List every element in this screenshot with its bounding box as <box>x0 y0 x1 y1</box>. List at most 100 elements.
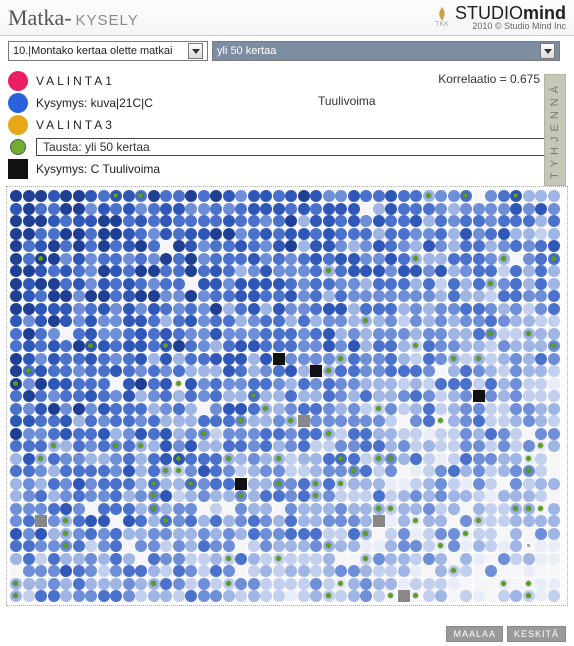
grid-cell[interactable] <box>48 190 60 202</box>
grid-cell[interactable] <box>273 353 285 365</box>
grid-cell[interactable] <box>60 228 72 240</box>
grid-cell[interactable] <box>235 465 247 477</box>
grid-cell[interactable] <box>485 278 497 290</box>
grid-cell[interactable] <box>135 503 147 515</box>
grid-cell[interactable] <box>35 240 47 252</box>
grid-cell[interactable] <box>410 528 422 540</box>
grid-cell[interactable] <box>498 278 510 290</box>
grid-cell[interactable] <box>135 265 147 277</box>
grid-cell[interactable] <box>160 215 172 227</box>
grid-cell[interactable] <box>285 290 297 302</box>
grid-cell[interactable] <box>548 353 560 365</box>
grid-cell[interactable] <box>523 265 535 277</box>
grid-cell[interactable] <box>273 415 285 427</box>
grid-cell[interactable] <box>123 503 135 515</box>
grid-cell[interactable] <box>335 328 347 340</box>
grid-cell[interactable] <box>98 590 110 602</box>
grid-cell[interactable] <box>423 190 435 202</box>
grid-cell[interactable] <box>298 353 310 365</box>
grid-cell[interactable] <box>310 390 322 402</box>
grid-cell[interactable] <box>460 465 472 477</box>
grid-cell[interactable] <box>85 428 97 440</box>
grid-cell[interactable] <box>198 553 210 565</box>
grid-cell[interactable] <box>60 203 72 215</box>
grid-cell[interactable] <box>410 253 422 265</box>
grid-cell[interactable] <box>310 203 322 215</box>
grid-cell[interactable] <box>535 340 547 352</box>
grid-cell[interactable] <box>435 378 447 390</box>
grid-cell[interactable] <box>248 590 260 602</box>
grid-cell[interactable] <box>260 303 272 315</box>
grid-cell[interactable] <box>373 253 385 265</box>
grid-cell[interactable] <box>10 578 22 590</box>
grid-cell[interactable] <box>448 315 460 327</box>
grid-cell[interactable] <box>323 578 335 590</box>
grid-cell[interactable] <box>335 478 347 490</box>
grid-cell[interactable] <box>348 478 360 490</box>
grid-cell[interactable] <box>210 478 222 490</box>
grid-cell[interactable] <box>348 465 360 477</box>
grid-cell[interactable] <box>298 553 310 565</box>
grid-cell[interactable] <box>198 478 210 490</box>
grid-cell[interactable] <box>73 515 85 527</box>
grid-cell[interactable] <box>460 290 472 302</box>
grid-cell[interactable] <box>323 290 335 302</box>
grid-cell[interactable] <box>535 253 547 265</box>
grid-cell[interactable] <box>10 215 22 227</box>
grid-cell[interactable] <box>210 340 222 352</box>
grid-cell[interactable] <box>235 540 247 552</box>
grid-cell[interactable] <box>523 490 535 502</box>
grid-cell[interactable] <box>498 578 510 590</box>
grid-cell[interactable] <box>360 565 372 577</box>
grid-cell[interactable] <box>123 203 135 215</box>
grid-cell[interactable] <box>160 290 172 302</box>
grid-cell[interactable] <box>360 328 372 340</box>
grid-cell[interactable] <box>535 353 547 365</box>
grid-cell[interactable] <box>548 315 560 327</box>
grid-cell[interactable] <box>298 265 310 277</box>
grid-cell[interactable] <box>35 403 47 415</box>
grid-cell[interactable] <box>173 440 185 452</box>
grid-cell[interactable] <box>298 328 310 340</box>
grid-cell[interactable] <box>435 278 447 290</box>
grid-cell[interactable] <box>498 440 510 452</box>
grid-cell[interactable] <box>110 353 122 365</box>
grid-cell[interactable] <box>423 528 435 540</box>
grid-cell[interactable] <box>460 565 472 577</box>
grid-cell[interactable] <box>173 490 185 502</box>
grid-cell[interactable] <box>523 540 535 552</box>
grid-cell[interactable] <box>148 465 160 477</box>
grid-cell[interactable] <box>260 540 272 552</box>
grid-cell[interactable] <box>210 190 222 202</box>
grid-cell[interactable] <box>498 528 510 540</box>
grid-cell[interactable] <box>448 440 460 452</box>
grid-cell[interactable] <box>348 215 360 227</box>
grid-cell[interactable] <box>173 415 185 427</box>
grid-cell[interactable] <box>23 503 35 515</box>
grid-cell[interactable] <box>485 490 497 502</box>
grid-cell[interactable] <box>98 440 110 452</box>
grid-cell[interactable] <box>410 228 422 240</box>
grid-cell[interactable] <box>23 590 35 602</box>
grid-cell[interactable] <box>410 303 422 315</box>
grid-cell[interactable] <box>298 253 310 265</box>
grid-cell[interactable] <box>160 553 172 565</box>
grid-cell[interactable] <box>160 228 172 240</box>
grid-cell[interactable] <box>323 228 335 240</box>
grid-cell[interactable] <box>210 428 222 440</box>
grid-cell[interactable] <box>523 190 535 202</box>
grid-cell[interactable] <box>360 540 372 552</box>
grid-cell[interactable] <box>435 478 447 490</box>
grid-cell[interactable] <box>523 240 535 252</box>
grid-cell[interactable] <box>373 353 385 365</box>
grid-cell[interactable] <box>398 228 410 240</box>
grid-cell[interactable] <box>198 315 210 327</box>
grid-cell[interactable] <box>160 328 172 340</box>
grid-cell[interactable] <box>85 278 97 290</box>
grid-cell[interactable] <box>223 415 235 427</box>
grid-cell[interactable] <box>148 578 160 590</box>
grid-cell[interactable] <box>235 440 247 452</box>
grid-cell[interactable] <box>60 265 72 277</box>
grid-cell[interactable] <box>473 365 485 377</box>
grid-cell[interactable] <box>460 540 472 552</box>
